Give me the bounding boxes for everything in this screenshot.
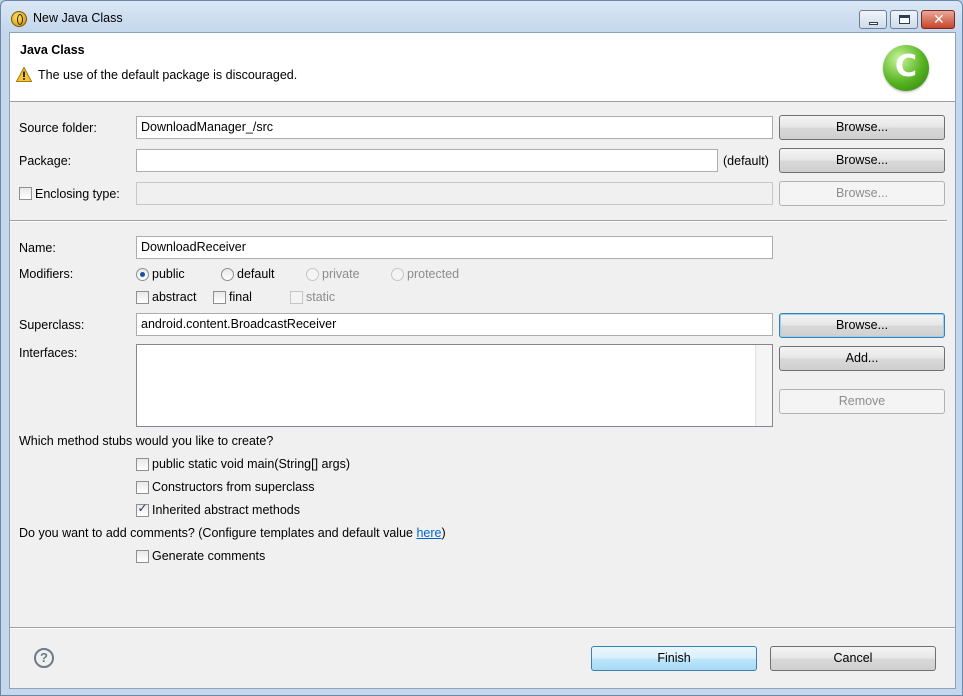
close-icon: ✕	[933, 11, 945, 27]
add-interface-button[interactable]: Add...	[779, 346, 945, 371]
modifier-final-label: final	[229, 290, 252, 304]
modifier-private-radio	[306, 268, 319, 281]
modifier-final-checkbox[interactable]	[213, 291, 226, 304]
dialog-window: New Java Class ✕ Java Class The use of t…	[0, 0, 963, 696]
minimize-icon	[869, 22, 878, 25]
configure-templates-link[interactable]: here	[416, 526, 441, 540]
stub-main-checkbox[interactable]	[136, 458, 149, 471]
enclosing-type-label: Enclosing type:	[35, 187, 120, 201]
modifier-private-label: private	[322, 267, 360, 281]
checkmark-icon: ✓	[137, 501, 148, 515]
page-title: Java Class	[20, 43, 85, 57]
wizard-header: Java Class The use of the default packag…	[10, 33, 955, 102]
remove-interface-button: Remove	[779, 389, 945, 414]
method-stubs-question: Which method stubs would you like to cre…	[19, 434, 274, 448]
superclass-browse-button[interactable]: Browse...	[779, 313, 945, 338]
modifier-abstract-checkbox[interactable]	[136, 291, 149, 304]
cancel-button[interactable]: Cancel	[770, 646, 936, 671]
maximize-icon	[899, 15, 910, 24]
dialog-body: Java Class The use of the default packag…	[9, 32, 956, 689]
app-icon	[11, 11, 27, 27]
help-icon[interactable]: ?	[34, 648, 54, 668]
stub-constructors-checkbox[interactable]	[136, 481, 149, 494]
superclass-label: Superclass:	[19, 318, 85, 332]
header-message: The use of the default package is discou…	[38, 68, 298, 82]
modifier-default-radio[interactable]	[221, 268, 234, 281]
name-label: Name:	[19, 241, 56, 255]
enclosing-type-checkbox[interactable]	[19, 187, 32, 200]
separator	[10, 220, 947, 222]
package-label: Package:	[19, 154, 72, 168]
comments-question: Do you want to add comments? (Configure …	[19, 526, 446, 540]
stub-inherited-checkbox[interactable]: ✓	[136, 501, 149, 517]
package-input[interactable]	[136, 149, 718, 172]
stub-main-label: public static void main(String[] args)	[152, 457, 350, 471]
modifier-public-radio[interactable]	[136, 268, 149, 281]
modifier-static-checkbox	[290, 291, 303, 304]
modifier-default-label: default	[237, 267, 275, 281]
modifier-protected-label: protected	[407, 267, 460, 281]
interfaces-scrollbar[interactable]	[755, 345, 772, 426]
modifier-protected-radio	[391, 268, 404, 281]
source-folder-label: Source folder:	[19, 121, 97, 135]
warning-icon	[16, 67, 32, 82]
minimize-button[interactable]	[859, 10, 887, 29]
modifier-public-label: public	[152, 267, 185, 281]
window-title: New Java Class	[33, 11, 123, 25]
maximize-button[interactable]	[890, 10, 918, 29]
modifier-static-label: static	[306, 290, 336, 304]
generate-comments-label: Generate comments	[152, 549, 266, 563]
close-button[interactable]: ✕	[921, 10, 955, 29]
name-input[interactable]: DownloadReceiver	[136, 236, 773, 259]
stub-inherited-label: Inherited abstract methods	[152, 503, 300, 517]
enclosing-type-input	[136, 182, 773, 205]
superclass-input[interactable]: android.content.BroadcastReceiver	[136, 313, 773, 336]
interfaces-list[interactable]	[136, 344, 773, 427]
modifiers-label: Modifiers:	[19, 267, 74, 281]
enclosing-type-browse-button: Browse...	[779, 181, 945, 206]
package-default-label: (default)	[723, 154, 769, 168]
finish-button[interactable]: Finish	[591, 646, 757, 671]
stub-constructors-label: Constructors from superclass	[152, 480, 315, 494]
interfaces-label: Interfaces:	[19, 346, 78, 360]
source-folder-input[interactable]: DownloadManager_/src	[136, 116, 773, 139]
title-bar[interactable]: New Java Class ✕	[1, 1, 962, 33]
package-browse-button[interactable]: Browse...	[779, 148, 945, 173]
footer-separator	[10, 627, 955, 629]
modifier-abstract-label: abstract	[152, 290, 197, 304]
java-class-logo: C	[883, 45, 929, 91]
generate-comments-checkbox[interactable]	[136, 550, 149, 563]
source-folder-browse-button[interactable]: Browse...	[779, 115, 945, 140]
